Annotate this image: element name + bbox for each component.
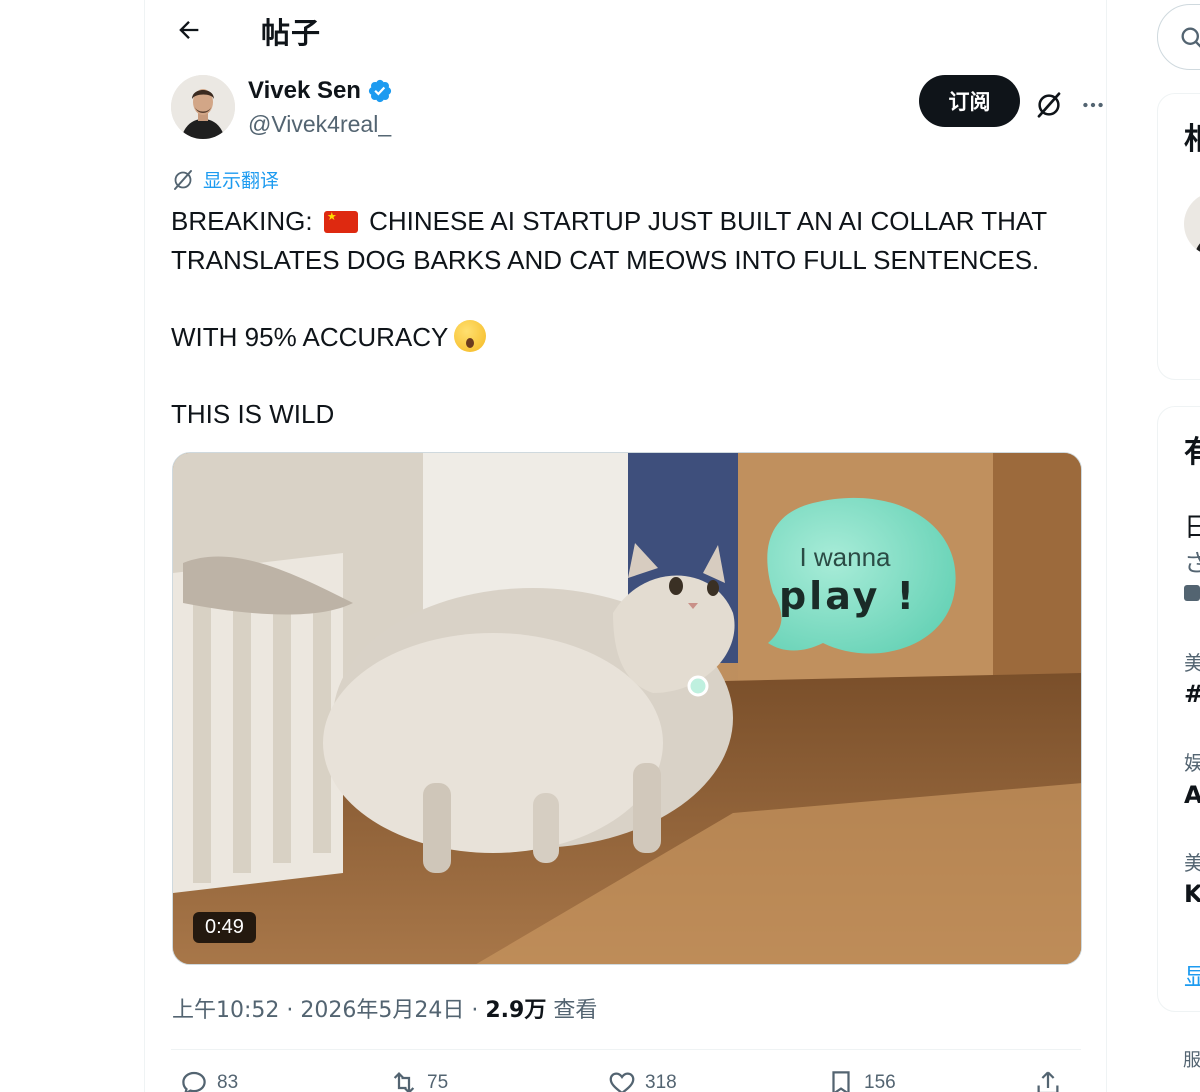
meta-separator: · <box>464 998 486 1023</box>
trend-2-title[interactable]: # <box>1184 680 1200 708</box>
views-label: 查看 <box>546 998 598 1023</box>
show-translation-label: 显示翻译 <box>203 170 280 192</box>
video-player[interactable]: I wanna play ! 0:49 <box>172 452 1082 965</box>
subscribe-button[interactable]: 订阅 <box>919 75 1020 127</box>
tweet-time[interactable]: 上午10:52 <box>172 998 279 1023</box>
trend-3-title[interactable]: A <box>1184 781 1200 809</box>
more-options-button[interactable] <box>1073 85 1113 125</box>
suggested-avatar-image <box>1194 243 1200 256</box>
suggested-user-avatar[interactable] <box>1184 192 1200 256</box>
tweet-line-3: WITH 95% ACCURACY <box>171 318 1071 357</box>
trend-3-category: 娱 <box>1184 751 1200 775</box>
trend-4-category: 美 <box>1184 851 1200 875</box>
tweet-text: BREAKING: ★ CHINESE AI STARTUP JUST BUIL… <box>171 202 1071 434</box>
verified-badge-icon <box>368 79 392 103</box>
video-duration-badge: 0:49 <box>193 912 256 943</box>
speech-bubble-line-1: I wanna <box>799 542 891 572</box>
show-translation-link[interactable]: 显示翻译 <box>171 166 279 193</box>
author-row: Vivek Sen @Vivek4real_ 订阅 <box>171 75 1103 141</box>
author-name-wrap[interactable]: Vivek Sen <box>248 77 393 105</box>
relevant-people-heading: 相 <box>1184 122 1200 157</box>
whats-happening-heading: 有 <box>1184 435 1200 470</box>
like-button[interactable]: 318 <box>607 1068 677 1092</box>
tweet-line-1-start: BREAKING: <box>171 206 313 236</box>
show-more-link[interactable]: 显 <box>1184 957 1200 992</box>
tweet-line-1: BREAKING: ★ CHINESE AI STARTUP JUST BUIL… <box>171 202 1071 241</box>
right-sidebar: 相 有 日 さ 美 # 娱 A 美 K 显 服 <box>1157 0 1200 1092</box>
bookmark-icon <box>832 1071 850 1092</box>
trend-2-category: 美 <box>1184 651 1200 675</box>
trend-4-title[interactable]: K <box>1184 880 1200 908</box>
divider <box>171 1049 1081 1050</box>
more-horizontal-icon <box>1083 102 1103 108</box>
tweet-line-3-text: WITH 95% ACCURACY <box>171 322 449 352</box>
action-bar: 83 75 318 156 <box>171 1068 1081 1092</box>
whats-happening-card: 有 日 さ 美 # 娱 A 美 K 显 <box>1157 406 1200 1012</box>
tweet-line-1-rest: CHINESE AI STARTUP JUST BUILT AN AI COLL… <box>369 206 1048 236</box>
grok-button[interactable] <box>1029 85 1069 125</box>
bookmark-count: 156 <box>864 1072 896 1092</box>
tweet-line-4: THIS IS WILD <box>171 399 335 429</box>
tweet-date[interactable]: 2026年5月24日 <box>300 998 464 1023</box>
grok-icon <box>1037 92 1061 118</box>
avatar[interactable] <box>171 75 235 139</box>
search-icon <box>1181 27 1200 48</box>
page-title: 帖子 <box>261 16 322 50</box>
heart-icon <box>609 1072 635 1092</box>
reply-count: 83 <box>217 1072 239 1092</box>
author-handle[interactable]: @Vivek4real_ <box>248 111 391 138</box>
share-icon <box>1037 1071 1059 1092</box>
views-count: 2.9万 <box>485 998 547 1023</box>
share-button[interactable] <box>1033 1068 1063 1092</box>
external-link-icon <box>1184 585 1200 601</box>
arrow-left-icon <box>179 21 199 39</box>
footer-link[interactable]: 服 <box>1183 1046 1200 1072</box>
meta-separator: · <box>279 998 301 1023</box>
reply-icon <box>182 1071 206 1092</box>
back-button[interactable] <box>169 10 209 50</box>
repost-icon <box>393 1072 415 1092</box>
tweet-line-2: TRANSLATES DOG BARKS AND CAT MEOWS INTO … <box>171 245 1040 275</box>
trend-1-title[interactable]: 日 <box>1184 507 1200 544</box>
tweet-meta: 上午10:52 · 2026年5月24日 · 2.9万 查看 <box>172 992 597 1024</box>
reply-button[interactable]: 83 <box>179 1068 238 1092</box>
speech-bubble-line-2: play ! <box>779 574 917 618</box>
repost-count: 75 <box>427 1072 449 1092</box>
main-column: 帖子 Vivek Sen @Vivek4real_ 订阅 显示翻译 BREAKI… <box>144 0 1107 1092</box>
video-frame: I wanna play ! <box>173 453 1081 964</box>
avatar-image <box>171 75 235 139</box>
bookmark-button[interactable]: 156 <box>826 1068 896 1092</box>
search-input[interactable] <box>1157 4 1200 70</box>
like-count: 318 <box>645 1072 677 1092</box>
relevant-people-card: 相 <box>1157 93 1200 380</box>
trend-1-subtitle: さ <box>1184 549 1200 577</box>
top-bar: 帖子 <box>145 0 1106 60</box>
exploding-head-emoji-icon <box>454 320 487 352</box>
china-flag-icon: ★ <box>323 211 358 233</box>
translate-icon <box>174 169 192 190</box>
author-name[interactable]: Vivek Sen <box>248 77 361 105</box>
repost-button[interactable]: 75 <box>389 1068 448 1092</box>
